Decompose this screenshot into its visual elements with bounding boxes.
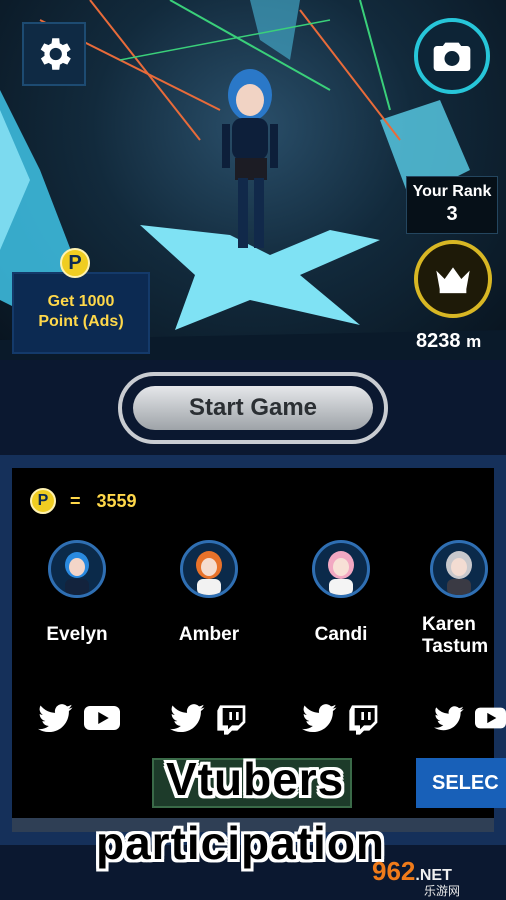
vtuber-avatar-icon [196, 551, 222, 595]
gear-icon [40, 38, 71, 70]
socials-candi [302, 704, 380, 736]
character-name-line2: Tastum [422, 636, 489, 657]
leaderboard-button[interactable] [414, 240, 492, 318]
character-card-evelyn[interactable]: Evelyn [22, 540, 132, 646]
crown-icon [436, 267, 470, 294]
camera-button[interactable] [414, 18, 490, 94]
watermark-logo: 962 [372, 856, 416, 886]
twitch-icon[interactable] [216, 704, 248, 736]
youtube-icon[interactable] [84, 704, 120, 732]
ads-label-line1: Get 1000 [47, 293, 115, 310]
promo-title-line2: participation [96, 817, 386, 869]
character-name: Karen Tastum [410, 614, 506, 658]
socials-karen [434, 704, 506, 734]
rank-value: 3 [446, 203, 458, 225]
vtuber-avatar-icon [446, 551, 472, 595]
promo-title-line1: Vtubers [166, 753, 345, 805]
settings-button[interactable] [22, 22, 86, 86]
select-button[interactable]: SELEC [416, 758, 506, 808]
vtuber-avatar-icon [65, 552, 89, 595]
vtuber-avatar-icon [328, 551, 354, 595]
youtube-icon[interactable] [475, 704, 506, 732]
ads-label-line2: Point (Ads) [38, 313, 124, 330]
twitter-icon[interactable] [38, 704, 74, 734]
character-card-karen[interactable]: Karen Tastum [410, 540, 506, 658]
character-name: Evelyn [46, 624, 108, 645]
socials-amber [170, 704, 248, 736]
character-name: Candi [314, 624, 368, 645]
camera-icon [433, 42, 471, 71]
avatar [312, 540, 370, 598]
watermark-subtitle: 乐游网 [424, 884, 461, 898]
twitch-icon[interactable] [348, 704, 380, 736]
twitter-icon[interactable] [170, 704, 206, 734]
rank-panel: Your Rank 3 [406, 176, 498, 234]
distance-unit: m [466, 332, 482, 351]
character-name: Amber [178, 624, 240, 645]
distance-readout: 8238 m [416, 330, 481, 353]
start-game-frame: Start Game [118, 372, 388, 444]
start-game-button[interactable]: Start Game [133, 386, 373, 430]
distance-value: 8238 [416, 330, 461, 352]
avatar [48, 540, 106, 598]
character-card-candi[interactable]: Candi [286, 540, 396, 646]
points-coin-icon: P [60, 248, 90, 278]
socials-evelyn [38, 704, 120, 734]
points-display: P = 3559 [30, 488, 137, 514]
character-name-line1: Karen [422, 614, 476, 635]
character-card-amber[interactable]: Amber [154, 540, 264, 646]
rank-title: Your Rank [412, 183, 492, 200]
points-value: 3559 [96, 490, 137, 511]
twitter-icon[interactable] [434, 704, 465, 734]
twitter-icon[interactable] [302, 704, 338, 734]
points-equals: = [70, 490, 81, 511]
avatar [430, 540, 488, 598]
avatar [180, 540, 238, 598]
points-coin-icon: P [30, 488, 56, 514]
get-points-ads-button[interactable]: Get 1000 Point (Ads) [12, 272, 150, 354]
player-character [222, 69, 278, 248]
